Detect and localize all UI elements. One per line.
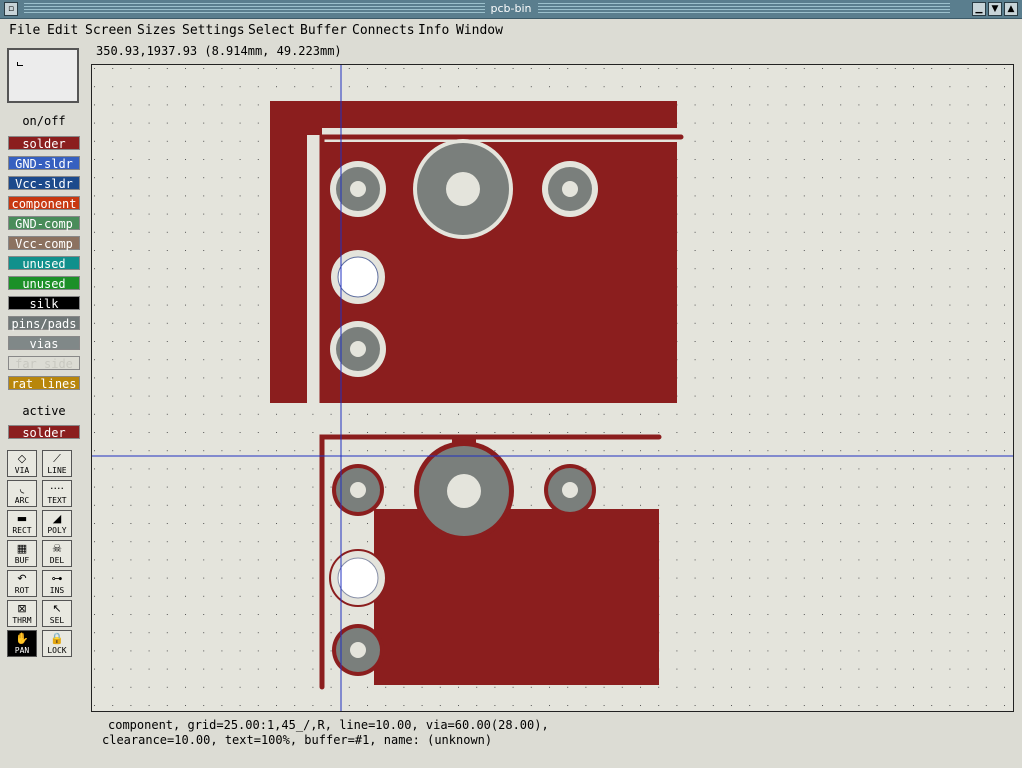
line-tool-button[interactable]: ⟋ LINE [42, 450, 72, 477]
element-preview [7, 48, 79, 103]
status-line-2: clearance=10.00, text=100%, buffer=#1, n… [102, 733, 493, 747]
insert-tool-button[interactable]: ⊶ INS [42, 570, 72, 597]
thermal-tool-label: THRM [12, 616, 32, 625]
thermal-tool-icon: ⊠ [17, 602, 27, 615]
menu-screen[interactable]: Screen [85, 23, 132, 38]
rect-tool-button[interactable]: ▬ RECT [7, 510, 37, 537]
pad-upper-right[interactable] [542, 161, 598, 217]
close-button[interactable]: ▲ [1004, 2, 1018, 16]
active-layer-button[interactable]: solder [8, 425, 80, 440]
buffer-tool-label: BUF [14, 556, 30, 565]
menu-settings[interactable]: Settings [182, 23, 245, 38]
layer-toggle-unused[interactable]: unused [8, 276, 80, 291]
active-label: active [22, 404, 66, 418]
status-line-1: component, grid=25.00:1,45_/,R, line=10.… [108, 718, 549, 732]
pad-upper-large[interactable] [413, 139, 513, 239]
onoff-label: on/off [22, 114, 66, 128]
pad-lower-right[interactable] [544, 464, 596, 516]
minimize-button[interactable]: ▁ [972, 2, 986, 16]
arc-tool-label: ARC [14, 496, 30, 505]
pad-upper-bottom[interactable] [330, 321, 386, 377]
insert-tool-label: INS [49, 586, 65, 595]
layer-toggle-unused[interactable]: unused [8, 256, 80, 271]
layer-toggle-solder[interactable]: solder [8, 136, 80, 151]
buffer-tool-button[interactable]: ▦ BUF [7, 540, 37, 567]
layer-toggle-silk[interactable]: silk [8, 296, 80, 311]
hole-upper-mid[interactable] [329, 248, 387, 306]
poly-tool-label: POLY [47, 526, 67, 535]
minimize-icon: ▁ [975, 4, 983, 14]
layer-toggle-vcc-comp[interactable]: Vcc-comp [8, 236, 80, 251]
maximize-button[interactable]: ▼ [988, 2, 1002, 16]
poly-tool-button[interactable]: ◢ POLY [42, 510, 72, 537]
select-tool-label: SEL [49, 616, 65, 625]
layer-toggle-vcc-sldr[interactable]: Vcc-sldr [8, 176, 80, 191]
menu-window[interactable]: Window [456, 23, 503, 38]
status-bar: component, grid=25.00:1,45_/,R, line=10.… [102, 718, 549, 748]
rotate-tool-button[interactable]: ↶ ROT [7, 570, 37, 597]
rotate-tool-icon: ↶ [17, 572, 27, 585]
pcb-canvas[interactable] [91, 64, 1014, 712]
thermal-tool-button[interactable]: ⊠ THRM [7, 600, 37, 627]
layer-toggle-pins-pads[interactable]: pins/pads [8, 316, 80, 331]
pcb-drawing[interactable] [92, 65, 1013, 711]
menu-file[interactable]: File [9, 23, 40, 38]
delete-tool-icon: ☠ [52, 542, 62, 555]
poly-tool-icon: ◢ [52, 512, 62, 525]
preview-cursor-icon [17, 62, 23, 66]
copper-polygon-lower[interactable] [374, 509, 659, 685]
menu-sizes[interactable]: Sizes [137, 23, 176, 38]
select-tool-button[interactable]: ↖ SEL [42, 600, 72, 627]
layer-toggle-gnd-sldr[interactable]: GND-sldr [8, 156, 80, 171]
arc-tool-icon: ◟ [19, 482, 25, 495]
lock-tool-label: LOCK [47, 646, 67, 655]
text-tool-icon: ···· [50, 482, 64, 495]
close-icon: ▲ [1007, 4, 1015, 14]
text-tool-label: TEXT [47, 496, 67, 505]
layer-toggle-rat-lines[interactable]: rat lines [8, 376, 80, 391]
via-tool-button[interactable]: ◇ VIA [7, 450, 37, 477]
buffer-tool-icon: ▦ [16, 542, 28, 555]
hole-lower-mid[interactable] [329, 549, 387, 607]
layer-toggle-gnd-comp[interactable]: GND-comp [8, 216, 80, 231]
pad-lower-left[interactable] [332, 464, 384, 516]
via-tool-label: VIA [14, 466, 30, 475]
pad-upper-left[interactable] [330, 161, 386, 217]
window-titlebar[interactable]: ▫ pcb-bin ▁ ▼ ▲ [0, 0, 1022, 19]
lock-tool-button[interactable]: 🔒 LOCK [42, 630, 72, 657]
rect-tool-label: RECT [12, 526, 32, 535]
layer-toggle-far-side[interactable]: far side [8, 356, 80, 371]
layer-toggle-vias[interactable]: vias [8, 336, 80, 351]
rect-tool-icon: ▬ [16, 512, 28, 525]
pad-lower-bottom[interactable] [332, 624, 384, 676]
window-title: pcb-bin [484, 2, 538, 15]
menu-connects[interactable]: Connects [352, 23, 415, 38]
menu-edit[interactable]: Edit [47, 23, 78, 38]
via-tool-icon: ◇ [17, 452, 27, 465]
select-tool-icon: ↖ [52, 602, 62, 615]
pan-tool-label: PAN [14, 646, 30, 655]
line-tool-label: LINE [47, 466, 67, 475]
pan-tool-icon: ✋ [15, 632, 29, 645]
menu-info[interactable]: Info [418, 23, 449, 38]
delete-tool-label: DEL [49, 556, 65, 565]
cursor-coordinates: 350.93,1937.93 (8.914mm, 49.223mm) [96, 44, 342, 58]
lock-tool-icon: 🔒 [50, 632, 64, 645]
delete-tool-button[interactable]: ☠ DEL [42, 540, 72, 567]
layer-toggle-component[interactable]: component [8, 196, 80, 211]
text-tool-button[interactable]: ···· TEXT [42, 480, 72, 507]
pan-tool-button[interactable]: ✋ PAN [7, 630, 37, 657]
menu-bar: File Edit Screen Sizes Settings Select B… [0, 20, 1022, 42]
arc-tool-button[interactable]: ◟ ARC [7, 480, 37, 507]
insert-tool-icon: ⊶ [51, 572, 63, 585]
rotate-tool-label: ROT [14, 586, 30, 595]
line-tool-icon: ⟋ [53, 452, 61, 465]
menu-buffer[interactable]: Buffer [300, 23, 347, 38]
maximize-icon: ▼ [991, 4, 999, 14]
menu-select[interactable]: Select [248, 23, 295, 38]
